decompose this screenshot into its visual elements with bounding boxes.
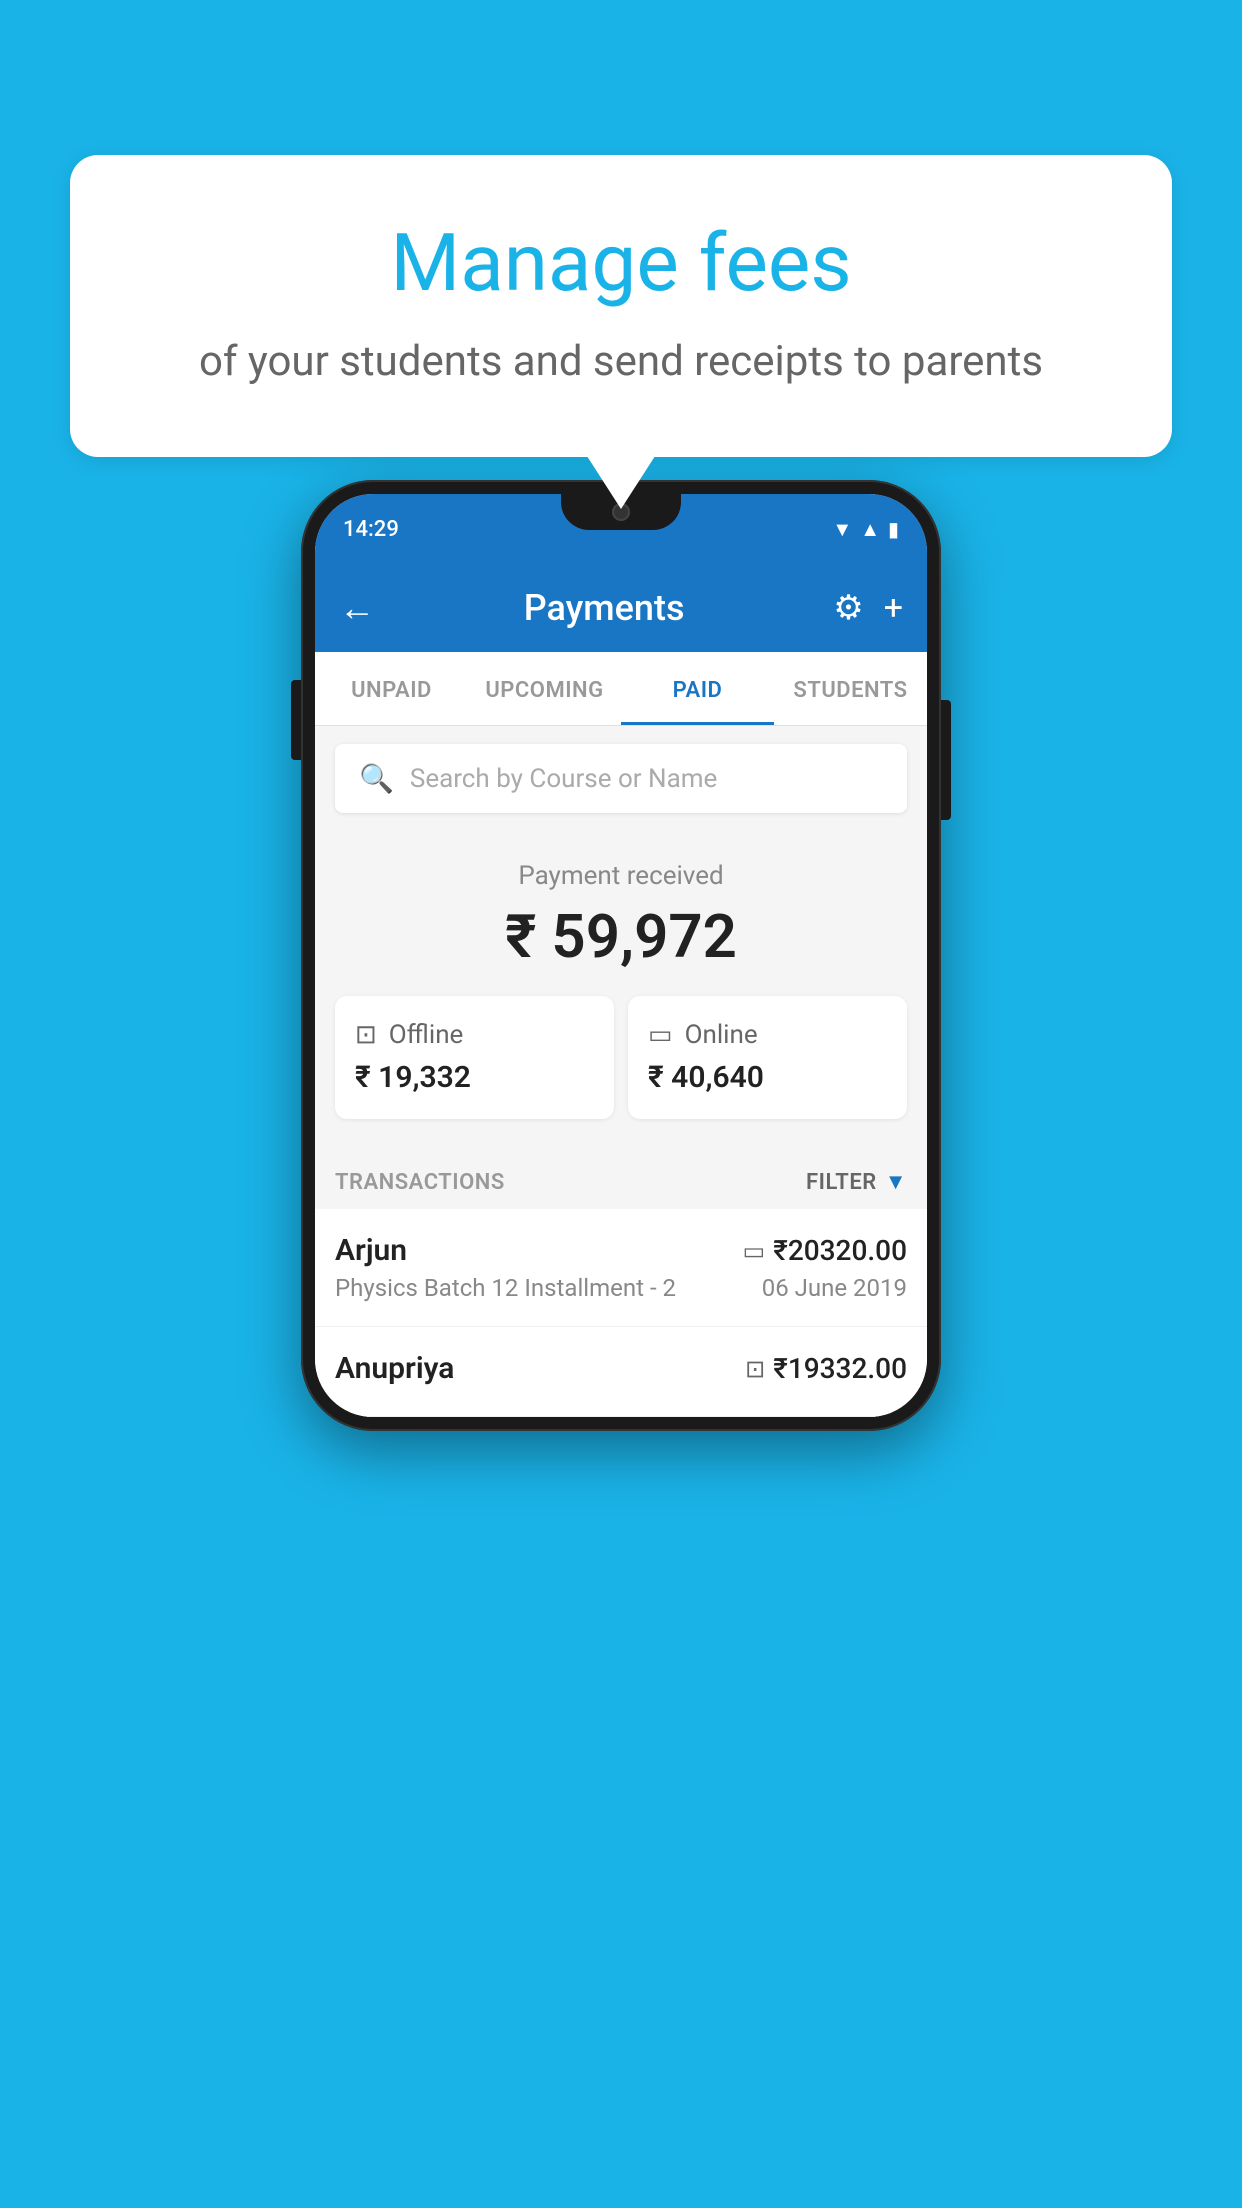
transaction-name: Arjun — [335, 1233, 407, 1268]
filter-button[interactable]: FILTER ▼ — [806, 1169, 907, 1195]
bubble-title: Manage fees — [150, 215, 1092, 311]
status-time: 14:29 — [343, 517, 399, 542]
transaction-date: 06 June 2019 — [762, 1274, 907, 1302]
filter-icon: ▼ — [885, 1169, 907, 1195]
transactions-list: Arjun ▭ ₹20320.00 Physics Batch 12 Insta… — [315, 1209, 927, 1417]
payment-cards: ⊡ Offline ₹ 19,332 ▭ Online ₹ 40,640 — [335, 996, 907, 1119]
tab-upcoming[interactable]: UPCOMING — [468, 652, 621, 725]
offline-icon: ⊡ — [355, 1020, 377, 1050]
transaction-row[interactable]: Arjun ▭ ₹20320.00 Physics Batch 12 Insta… — [315, 1209, 927, 1327]
payment-received-label: Payment received — [335, 861, 907, 891]
app-bar-actions: ⚙ + — [833, 588, 903, 628]
transaction-amount: ⊡ ₹19332.00 — [745, 1352, 907, 1385]
transaction-desc: Physics Batch 12 Installment - 2 — [335, 1274, 676, 1302]
transactions-label: TRANSACTIONS — [335, 1170, 505, 1195]
transaction-name: Anupriya — [335, 1351, 454, 1386]
payment-received-amount: ₹ 59,972 — [335, 901, 907, 972]
search-container: 🔍 Search by Course or Name — [315, 726, 927, 831]
payment-received-section: Payment received ₹ 59,972 ⊡ Offline ₹ 19… — [315, 831, 927, 1149]
search-icon: 🔍 — [359, 762, 394, 795]
online-label: Online — [685, 1020, 758, 1050]
filter-label: FILTER — [806, 1170, 877, 1195]
tab-unpaid[interactable]: UNPAID — [315, 652, 468, 725]
transactions-header: TRANSACTIONS FILTER ▼ — [315, 1149, 927, 1209]
app-bar-title: Payments — [395, 587, 813, 629]
status-icons: ▼ ▲ ▮ — [832, 517, 899, 542]
phone-wrapper: 14:29 ▼ ▲ ▮ ← Payments ⚙ + — [301, 480, 941, 1431]
amount-value: ₹20320.00 — [773, 1234, 907, 1267]
online-icon: ▭ — [648, 1020, 673, 1050]
speech-bubble: Manage fees of your students and send re… — [70, 155, 1172, 457]
transaction-top: Arjun ▭ ₹20320.00 — [335, 1233, 907, 1268]
search-placeholder: Search by Course or Name — [410, 764, 717, 794]
amount-value: ₹19332.00 — [773, 1352, 907, 1385]
app-bar: ← Payments ⚙ + — [315, 564, 927, 652]
online-card-header: ▭ Online — [648, 1020, 887, 1050]
online-card: ▭ Online ₹ 40,640 — [628, 996, 907, 1119]
speech-bubble-container: Manage fees of your students and send re… — [70, 155, 1172, 457]
offline-card-header: ⊡ Offline — [355, 1020, 594, 1050]
transaction-top: Anupriya ⊡ ₹19332.00 — [335, 1351, 907, 1386]
phone-outer: 14:29 ▼ ▲ ▮ ← Payments ⚙ + — [301, 480, 941, 1431]
tabs-bar: UNPAID UPCOMING PAID STUDENTS — [315, 652, 927, 726]
tab-paid[interactable]: PAID — [621, 652, 774, 725]
battery-icon: ▮ — [888, 517, 899, 541]
wifi-icon: ▼ — [832, 517, 852, 542]
offline-payment-icon: ⊡ — [745, 1355, 765, 1383]
offline-amount: ₹ 19,332 — [355, 1060, 594, 1095]
bubble-subtitle: of your students and send receipts to pa… — [150, 333, 1092, 392]
offline-card: ⊡ Offline ₹ 19,332 — [335, 996, 614, 1119]
online-amount: ₹ 40,640 — [648, 1060, 887, 1095]
add-icon[interactable]: + — [884, 588, 903, 628]
signal-icon: ▲ — [860, 517, 880, 542]
online-payment-icon: ▭ — [743, 1237, 766, 1265]
offline-label: Offline — [389, 1020, 464, 1050]
tab-students[interactable]: STUDENTS — [774, 652, 927, 725]
search-bar[interactable]: 🔍 Search by Course or Name — [335, 744, 907, 813]
transaction-amount: ▭ ₹20320.00 — [743, 1234, 907, 1267]
transaction-row[interactable]: Anupriya ⊡ ₹19332.00 — [315, 1327, 927, 1417]
transaction-bottom: Physics Batch 12 Installment - 2 06 June… — [335, 1274, 907, 1302]
back-button[interactable]: ← — [339, 587, 375, 629]
settings-icon[interactable]: ⚙ — [833, 588, 863, 628]
phone-screen: 14:29 ▼ ▲ ▮ ← Payments ⚙ + — [315, 494, 927, 1417]
